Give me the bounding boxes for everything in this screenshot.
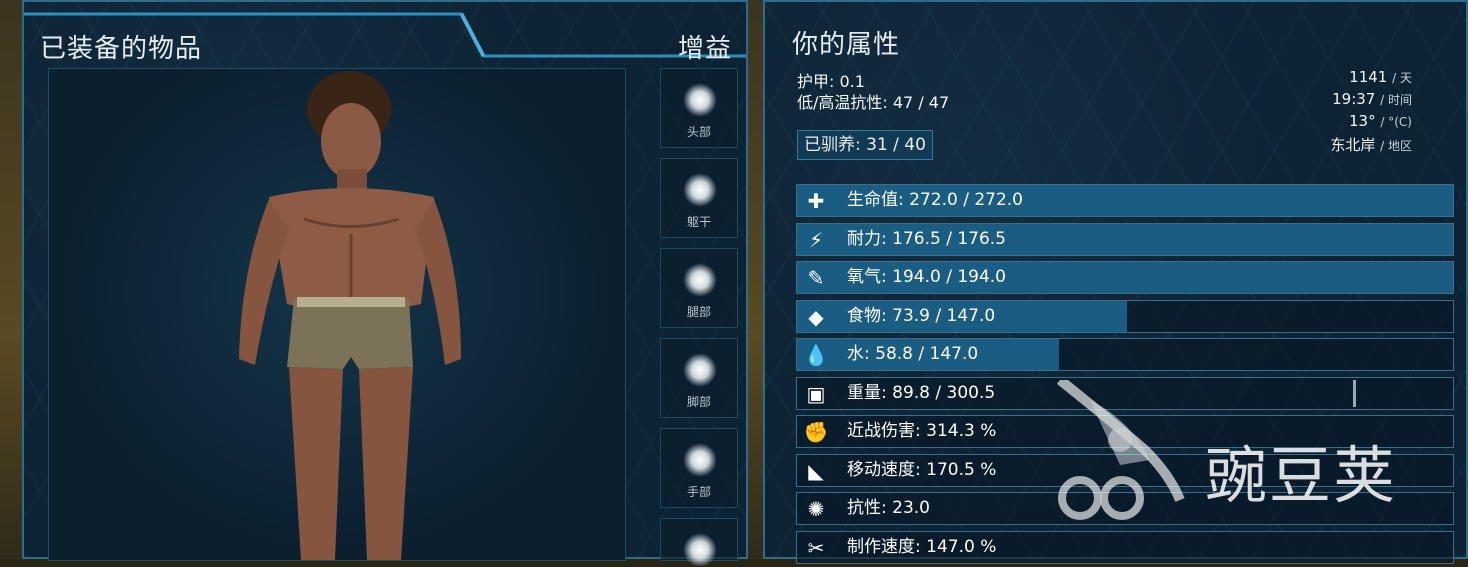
tab-buffs[interactable]: 增益 — [678, 28, 732, 65]
time-value: 19:37 — [1332, 90, 1376, 108]
character-model — [239, 71, 461, 560]
fortitude-brain-icon: ✺ — [807, 497, 825, 521]
stat-label: 水: 58.8 / 147.0 — [847, 344, 979, 364]
stat-label: 抗性: 23.0 — [847, 498, 930, 518]
region-info: 东北岸 / 地区 — [1330, 134, 1412, 155]
weight-icon: ▣ — [806, 381, 826, 406]
temperature-resistance: 低/高温抗性: 47 / 47 — [797, 93, 950, 112]
watermark-text: 豌豆荚 — [1205, 439, 1398, 512]
character-preview[interactable] — [48, 68, 626, 561]
stat-bar[interactable]: ✚ 生命值: 272.0 / 272.0 — [796, 184, 1454, 217]
day-info: 1141 / 天 — [1349, 68, 1412, 86]
slot-label: 手部 — [686, 485, 711, 499]
slot-torso[interactable]: 躯干 — [660, 158, 738, 238]
melee-fist-icon: ✊ — [803, 420, 829, 444]
stat-bar[interactable]: ⚡ 耐力: 176.5 / 176.5 — [796, 222, 1454, 256]
temperature-value: 13° — [1349, 112, 1376, 130]
stat-label: 重量: 89.8 / 300.5 — [847, 382, 996, 403]
stat-bar[interactable]: 💧 水: 58.8 / 147.0 — [796, 338, 1454, 371]
oxygen-tank-icon: ✎ — [807, 266, 825, 290]
stat-label: 氧气: 194.0 / 194.0 — [847, 267, 1007, 287]
health-cross-icon: ✚ — [807, 189, 825, 213]
region-unit: / 地区 — [1380, 139, 1412, 153]
empty-slot-icon — [683, 443, 717, 477]
temperature-info: 13° / °(C) — [1349, 112, 1412, 130]
empty-slot-icon — [683, 173, 717, 207]
stat-bar[interactable]: ◆ 食物: 73.9 / 147.0 — [796, 299, 1454, 333]
slot-feet[interactable]: 脚部 — [660, 338, 738, 418]
stamina-bolt-icon: ⚡ — [808, 227, 824, 252]
day-unit: / 天 — [1392, 71, 1412, 85]
stat-label: 移动速度: 170.5 % — [847, 459, 997, 480]
stat-label: 近战伤害: 314.3 % — [847, 421, 997, 441]
time-unit: / 时间 — [1380, 93, 1412, 107]
crafting-tools-icon: ✂ — [807, 535, 825, 560]
panel-title: 已装备的物品 — [40, 34, 203, 64]
stat-label: 耐力: 176.5 / 176.5 — [847, 228, 1007, 249]
slot-label: 脚部 — [686, 395, 711, 409]
slot-hands[interactable]: 手部 — [660, 428, 738, 508]
equipped-items-panel: 已装备的物品 增益 头部 躯干 腿部 脚部 手部 — [22, 0, 748, 567]
empty-slot-icon — [683, 83, 717, 117]
region-value: 东北岸 — [1330, 136, 1376, 154]
day-value: 1141 — [1349, 68, 1388, 86]
stat-label: 食物: 73.9 / 147.0 — [847, 305, 996, 326]
background-divider — [748, 0, 763, 559]
slot-head[interactable]: 头部 — [660, 68, 738, 148]
stat-label: 制作速度: 147.0 % — [847, 536, 997, 557]
slot-legs[interactable]: 腿部 — [660, 248, 738, 328]
slot-label: 躯干 — [686, 215, 711, 229]
water-drop-icon: 💧 — [803, 343, 829, 367]
slot-shield[interactable] — [660, 518, 738, 567]
slot-label: 腿部 — [686, 305, 711, 319]
tamed-count: 已驯养: 31 / 40 — [797, 130, 933, 160]
empty-slot-icon — [683, 263, 717, 297]
temperature-unit: / °(C) — [1380, 115, 1412, 129]
background-left-edge — [0, 0, 22, 559]
movement-boot-icon: ◣ — [808, 458, 824, 483]
attributes-title: 你的属性 — [792, 30, 901, 60]
empty-slot-icon — [683, 533, 717, 567]
empty-slot-icon — [683, 353, 717, 387]
food-meat-icon: ◆ — [808, 304, 824, 329]
slot-label: 头部 — [686, 125, 711, 139]
time-info: 19:37 / 时间 — [1332, 90, 1412, 108]
stat-bar[interactable]: ✎ 氧气: 194.0 / 194.0 — [796, 261, 1454, 294]
stat-label: 生命值: 272.0 / 272.0 — [847, 190, 1024, 210]
